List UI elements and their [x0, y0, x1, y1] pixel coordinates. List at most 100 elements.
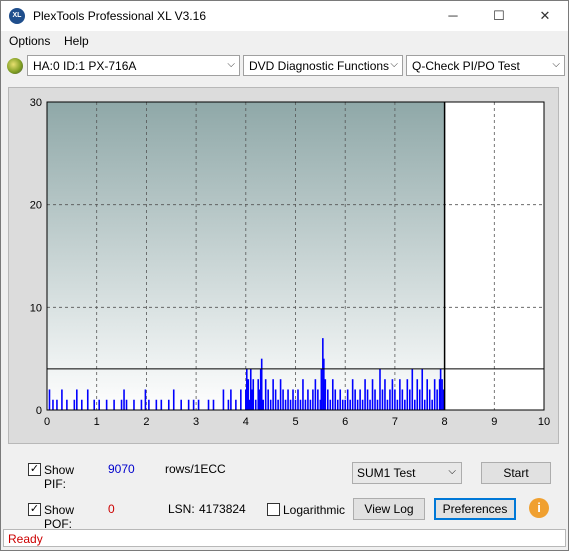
data-bar: [331, 379, 334, 410]
view-log-button[interactable]: View Log: [353, 498, 425, 520]
data-bar: [441, 379, 443, 410]
lsn-value: 4173824: [199, 502, 246, 516]
data-bar: [155, 399, 158, 410]
data-bar: [272, 379, 274, 410]
preferences-button[interactable]: Preferences: [434, 498, 516, 520]
x-tick-label: 1: [94, 416, 100, 428]
data-bar: [436, 389, 438, 410]
data-bar: [320, 368, 323, 410]
maximize-button[interactable]: ☐: [476, 1, 522, 31]
data-bar: [439, 368, 442, 410]
chevron-down-icon: ⌵: [227, 59, 235, 70]
data-bar: [381, 389, 384, 410]
data-bar: [349, 399, 351, 410]
data-bar: [401, 389, 404, 410]
data-bar: [140, 399, 143, 410]
data-bar: [413, 399, 416, 410]
data-bar: [267, 389, 269, 410]
data-bar: [359, 389, 361, 410]
lsn-label: LSN:: [168, 502, 195, 516]
show-pif-checkbox[interactable]: ✓: [28, 463, 41, 476]
function-select[interactable]: DVD Diagnostic Functions ⌵: [243, 55, 403, 76]
data-bar: [274, 389, 277, 410]
data-bar: [366, 389, 369, 410]
data-bar: [327, 389, 329, 410]
menu-help[interactable]: Help: [64, 34, 89, 48]
data-bar: [317, 389, 319, 410]
minimize-button[interactable]: ─: [430, 1, 476, 31]
data-bar: [264, 379, 267, 410]
function-select-value: DVD Diagnostic Functions: [249, 59, 390, 73]
data-bar: [269, 399, 272, 410]
data-bar: [247, 379, 250, 410]
data-bar: [292, 389, 294, 410]
data-bar: [361, 399, 364, 410]
data-bar: [307, 389, 309, 410]
status-bar: Ready: [3, 529, 566, 547]
drive-icon: [7, 58, 23, 74]
data-bar: [324, 379, 327, 410]
data-bar: [187, 399, 190, 410]
data-bar: [61, 389, 63, 410]
data-bar: [299, 399, 302, 410]
test-select[interactable]: Q-Check PI/PO Test ⌵: [406, 55, 565, 76]
x-tick-label: 6: [342, 416, 348, 428]
data-bar: [371, 379, 374, 410]
data-bar: [257, 379, 260, 410]
close-button[interactable]: ✕: [522, 1, 568, 31]
data-bar: [389, 389, 391, 410]
data-bar: [113, 399, 115, 410]
logarithmic-checkbox[interactable]: [267, 503, 280, 516]
show-pof-checkbox[interactable]: ✓: [28, 503, 41, 516]
pi-po-chart: 0 1 2 3 4 5 6 7 8 9 10 0 10 20 30: [30, 97, 550, 428]
data-bar: [418, 389, 421, 410]
data-bar: [230, 389, 232, 410]
data-bar: [433, 379, 436, 410]
data-bar: [197, 399, 200, 410]
show-pif-label: Show PIF:: [44, 463, 75, 491]
data-bar: [431, 399, 433, 410]
data-bar: [304, 399, 307, 410]
data-bar: [374, 389, 376, 410]
data-bar: [416, 379, 419, 410]
data-bar: [120, 399, 123, 410]
start-button[interactable]: Start: [481, 462, 551, 484]
y-tick-label: 10: [30, 302, 42, 314]
data-bar: [314, 379, 317, 410]
menu-options[interactable]: Options: [9, 34, 50, 48]
data-bar: [399, 379, 401, 410]
data-bar: [76, 389, 78, 410]
data-bar: [351, 379, 354, 410]
data-bar: [396, 399, 399, 410]
window-title: PlexTools Professional XL V3.16: [33, 9, 206, 23]
data-bar: [426, 379, 429, 410]
data-bar: [222, 389, 225, 410]
sum-test-select[interactable]: SUM1 Test ⌵: [352, 462, 462, 484]
data-bar: [245, 368, 248, 410]
data-bar: [284, 399, 287, 410]
data-bar: [52, 399, 54, 410]
pof-value: 0: [108, 502, 115, 516]
data-bar: [339, 389, 342, 410]
test-select-value: Q-Check PI/PO Test: [412, 59, 520, 73]
show-pof-label: Show POF:: [44, 503, 75, 531]
pif-value: 9070: [108, 462, 135, 476]
data-bar: [86, 389, 89, 410]
data-bar: [354, 389, 356, 410]
data-bar: [160, 399, 163, 410]
data-bar: [123, 389, 125, 410]
data-bar: [56, 399, 58, 410]
y-tick-label: 0: [36, 405, 42, 417]
data-bar: [344, 399, 346, 410]
data-bar: [254, 399, 257, 410]
x-tick-label: 8: [442, 416, 448, 428]
data-bar: [323, 358, 325, 410]
toolbar: HA:0 ID:1 PX-716A ⌵ DVD Diagnostic Funct…: [1, 53, 568, 81]
chevron-down-icon: ⌵: [448, 466, 456, 477]
data-bar: [409, 389, 411, 410]
y-tick-label: 30: [30, 97, 42, 109]
info-icon[interactable]: i: [529, 498, 549, 518]
drive-select[interactable]: HA:0 ID:1 PX-716A ⌵: [27, 55, 240, 76]
data-bar: [48, 389, 51, 410]
sum-test-value: SUM1 Test: [357, 466, 416, 480]
